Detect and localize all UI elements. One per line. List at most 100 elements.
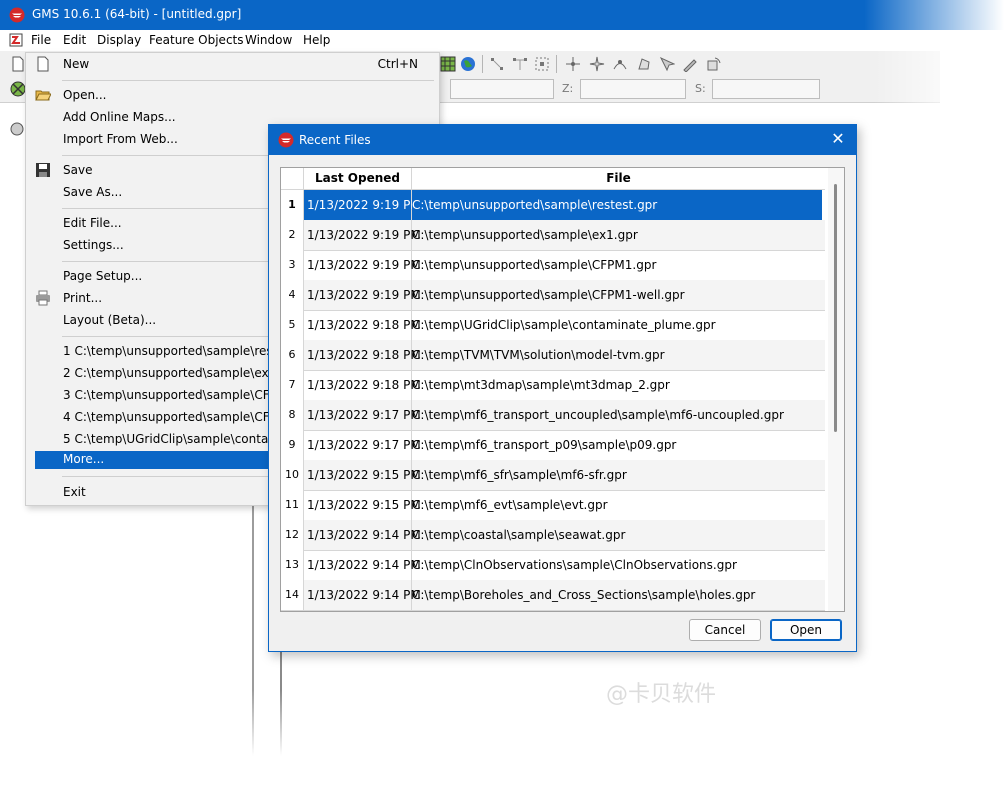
menu-item-label: Layout (Beta)...: [63, 313, 157, 327]
table-row[interactable]: 14 1/13/2022 9:14 PM C:\temp\Boreholes_and…: [281, 580, 825, 611]
menu-window[interactable]: Window: [245, 33, 292, 47]
file-path-cell[interactable]: C:\temp\TVM\TVM\solution\model-tvm.gpr: [412, 340, 822, 370]
toolbar-separator: [556, 55, 557, 73]
new-file-icon[interactable]: [10, 56, 26, 72]
create-node-icon[interactable]: [589, 56, 605, 72]
file-path-cell[interactable]: C:\temp\mf6_transport_uncoupled\sample\m…: [412, 400, 822, 430]
table-header: Last Opened File: [281, 168, 825, 190]
add-grid-icon[interactable]: [440, 56, 456, 72]
last-opened-cell[interactable]: 1/13/2022 9:14 PM: [304, 550, 421, 580]
menu-edit[interactable]: Edit: [63, 33, 86, 47]
select-vertex-icon[interactable]: [659, 56, 675, 72]
table-row[interactable]: 6 1/13/2022 9:18 PM C:\temp\TVM\TVM\soluti…: [281, 340, 825, 371]
s-coordinate-field[interactable]: [712, 79, 820, 99]
table-row[interactable]: 7 1/13/2022 9:18 PM C:\temp\mt3dmap\sample…: [281, 370, 825, 401]
file-path-cell[interactable]: C:\temp\coastal\sample\seawat.gpr: [412, 520, 822, 550]
table-row[interactable]: 13 1/13/2022 9:14 PM C:\temp\ClnObservatio…: [281, 550, 825, 581]
scrollbar-thumb[interactable]: [834, 184, 837, 432]
menu-item-open[interactable]: Open...: [35, 85, 435, 106]
project-root-icon[interactable]: [10, 122, 24, 136]
recent-files-dialog: Recent Files ✕ Last Opened File 1 1/13/20…: [268, 124, 857, 652]
row-number: 14: [281, 580, 304, 610]
last-opened-cell[interactable]: 1/13/2022 9:17 PM: [304, 430, 421, 460]
s-label: S:: [695, 82, 706, 95]
last-opened-cell[interactable]: 1/13/2022 9:14 PM: [304, 580, 421, 610]
menu-item-label: Open...: [63, 88, 107, 102]
row-number: 9: [281, 430, 304, 460]
last-opened-cell[interactable]: 1/13/2022 9:19 PM: [304, 190, 421, 220]
column-header-last-opened[interactable]: Last Opened: [304, 168, 412, 189]
table-row[interactable]: 8 1/13/2022 9:17 PM C:\temp\mf6_transport_…: [281, 400, 825, 431]
row-number: 10: [281, 460, 304, 490]
recent-files-table[interactable]: Last Opened File 1 1/13/2022 9:19 PM C:\te…: [280, 167, 845, 612]
hydrogeologic-icon[interactable]: [10, 81, 26, 97]
dialog-title: Recent Files: [299, 133, 371, 147]
menu-display[interactable]: Display: [97, 33, 141, 47]
document-icon[interactable]: [9, 33, 23, 47]
file-path-cell[interactable]: C:\temp\mf6_transport_p09\sample\p09.gpr: [412, 430, 822, 460]
file-path-cell[interactable]: C:\temp\unsupported\sample\CFPM1-well.gp…: [412, 280, 822, 310]
last-opened-cell[interactable]: 1/13/2022 9:18 PM: [304, 370, 421, 400]
window-title-bar[interactable]: GMS 10.6.1 (64-bit) - [untitled.gpr]: [0, 0, 1004, 30]
dialog-title-bar[interactable]: Recent Files ✕: [269, 125, 856, 155]
menu-file[interactable]: File: [31, 33, 51, 47]
row-number: 7: [281, 370, 304, 400]
file-path-cell[interactable]: C:\temp\mf6_evt\sample\evt.gpr: [412, 490, 822, 520]
last-opened-cell[interactable]: 1/13/2022 9:18 PM: [304, 340, 421, 370]
vertical-scrollbar[interactable]: [828, 168, 844, 611]
table-row[interactable]: 11 1/13/2022 9:15 PM C:\temp\mf6_evt\sampl…: [281, 490, 825, 521]
globe-icon[interactable]: [460, 56, 476, 72]
last-opened-cell[interactable]: 1/13/2022 9:19 PM: [304, 250, 421, 280]
menu-item-label: Edit File...: [63, 216, 122, 230]
file-path-cell[interactable]: C:\temp\unsupported\sample\ex1.gpr: [412, 220, 822, 250]
column-header-file[interactable]: File: [412, 168, 825, 189]
edit-arc-icon[interactable]: [682, 56, 698, 72]
select-points-icon[interactable]: [489, 56, 505, 72]
create-arc-icon[interactable]: [612, 56, 628, 72]
rotate-icon[interactable]: [706, 56, 722, 72]
file-path-cell[interactable]: C:\temp\ClnObservations\sample\ClnObserv…: [412, 550, 822, 580]
file-path-cell[interactable]: C:\temp\UGridClip\sample\contaminate_plu…: [412, 310, 822, 340]
row-number: 12: [281, 520, 304, 550]
file-path-cell[interactable]: C:\temp\mf6_sfr\sample\mf6-sfr.gpr: [412, 460, 822, 490]
last-opened-cell[interactable]: 1/13/2022 9:18 PM: [304, 310, 421, 340]
file-path-cell[interactable]: C:\temp\unsupported\sample\restest.gpr: [412, 190, 822, 220]
save-disk-icon: [36, 163, 50, 177]
create-polygon-icon[interactable]: [636, 56, 652, 72]
file-path-cell[interactable]: C:\temp\Boreholes_and_Cross_Sections\sam…: [412, 580, 822, 610]
last-opened-cell[interactable]: 1/13/2022 9:15 PM: [304, 460, 421, 490]
open-button[interactable]: Open: [770, 619, 842, 641]
table-row[interactable]: 4 1/13/2022 9:19 PM C:\temp\unsupported\sa…: [281, 280, 825, 311]
select-polygons-icon[interactable]: [534, 56, 550, 72]
z-coordinate-field[interactable]: [580, 79, 686, 99]
table-row[interactable]: 12 1/13/2022 9:14 PM C:\temp\coastal\sampl…: [281, 520, 825, 551]
file-path-cell[interactable]: C:\temp\mt3dmap\sample\mt3dmap_2.gpr: [412, 370, 822, 400]
menu-feature-objects[interactable]: Feature Objects: [149, 33, 244, 47]
last-opened-cell[interactable]: 1/13/2022 9:14 PM: [304, 520, 421, 550]
menu-item-label: New: [63, 57, 90, 71]
toolbar-fade: [874, 30, 1004, 105]
table-row[interactable]: 5 1/13/2022 9:18 PM C:\temp\UGridClip\samp…: [281, 310, 825, 341]
menu-item-label: Add Online Maps...: [63, 110, 176, 124]
table-row[interactable]: 9 1/13/2022 9:17 PM C:\temp\mf6_transport_…: [281, 430, 825, 461]
menu-help[interactable]: Help: [303, 33, 330, 47]
create-point-icon[interactable]: [565, 56, 581, 72]
close-icon[interactable]: ✕: [828, 129, 848, 149]
select-arcs-icon[interactable]: [512, 56, 528, 72]
menu-item-new[interactable]: New Ctrl+N: [35, 54, 435, 75]
row-number: 3: [281, 250, 304, 280]
gms-app-icon: [278, 132, 294, 148]
menu-item-label: 2 C:\temp\unsupported\sample\ex1.gpr: [63, 366, 301, 380]
last-opened-cell[interactable]: 1/13/2022 9:19 PM: [304, 220, 421, 250]
file-path-cell[interactable]: C:\temp\unsupported\sample\CFPM1.gpr: [412, 250, 822, 280]
window-title: GMS 10.6.1 (64-bit) - [untitled.gpr]: [32, 7, 242, 21]
table-row[interactable]: 10 1/13/2022 9:15 PM C:\temp\mf6_sfr\sampl…: [281, 460, 825, 491]
table-row[interactable]: 2 1/13/2022 9:19 PM C:\temp\unsupported\sa…: [281, 220, 825, 251]
y-coordinate-field[interactable]: [450, 79, 554, 99]
table-row[interactable]: 3 1/13/2022 9:19 PM C:\temp\unsupported\sa…: [281, 250, 825, 281]
last-opened-cell[interactable]: 1/13/2022 9:19 PM: [304, 280, 421, 310]
table-row[interactable]: 1 1/13/2022 9:19 PM C:\temp\unsupported\sa…: [281, 190, 825, 221]
last-opened-cell[interactable]: 1/13/2022 9:15 PM: [304, 490, 421, 520]
last-opened-cell[interactable]: 1/13/2022 9:17 PM: [304, 400, 421, 430]
cancel-button[interactable]: Cancel: [689, 619, 761, 641]
